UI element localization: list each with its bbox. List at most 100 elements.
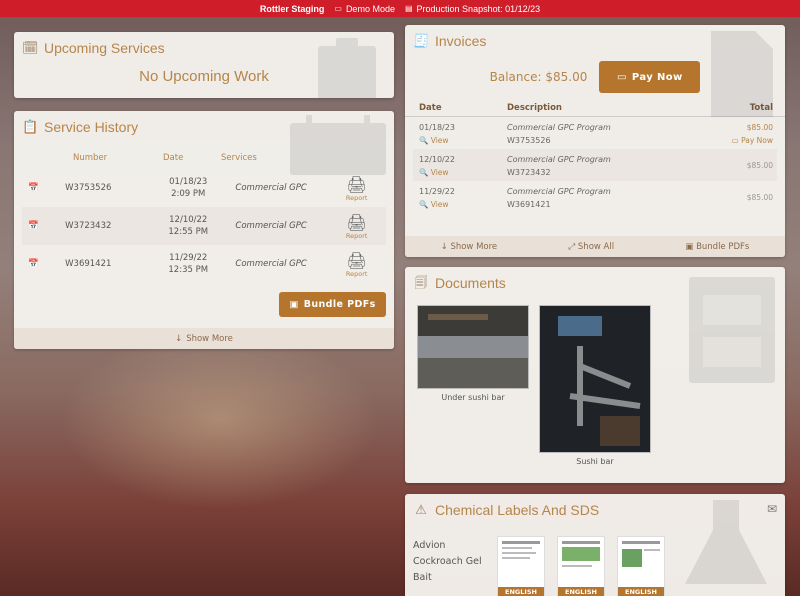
balance-row: Balance: $85.00 ▭ Pay Now xyxy=(405,61,785,93)
report-link[interactable]: 🖨 Report xyxy=(327,251,386,278)
environment-banner: Rottler Staging ▭ Demo Mode ▤ Production… xyxy=(0,0,800,17)
table-row[interactable]: 📅 W3753526 01/18/23 2:09 PM Commercial GP… xyxy=(22,169,386,207)
history-table-header: Number Date Services xyxy=(14,153,394,163)
view-label: View xyxy=(430,200,449,209)
documents-card: 🗐 Documents Under sushi bar Sushi bar xyxy=(405,267,785,483)
presentation-icon: ▭ xyxy=(334,4,342,13)
language-tag: ENGLISH xyxy=(558,587,604,596)
table-row[interactable]: 📅 W3723432 12/10/22 12:55 PM Commercial G… xyxy=(22,207,386,245)
column-services: Services xyxy=(221,153,257,163)
label-preview xyxy=(562,541,600,567)
view-label: View xyxy=(430,168,449,177)
receipt-icon: 🧾 xyxy=(413,33,430,48)
documents-icon: 🗐 xyxy=(414,275,428,290)
column-description: Description xyxy=(507,103,562,113)
service-date: 01/18/23 2:09 PM xyxy=(153,176,223,200)
archive-box-icon: ▣ xyxy=(289,299,299,310)
calendar-clock-icon: 🗓 xyxy=(22,40,39,55)
file-cabinet-watermark-icon xyxy=(689,277,775,383)
show-more-label: Show More xyxy=(450,241,498,252)
demo-mode-label: Demo Mode xyxy=(345,3,395,14)
table-row: 12/10/22 🔍 View Commercial GPC Program W37… xyxy=(413,149,777,181)
bundle-pdfs-label: Bundle PDFs xyxy=(303,299,376,310)
invoice-total: $85.00 xyxy=(746,123,773,132)
report-label: Report xyxy=(345,193,368,202)
service-history-card: 📋 Service History Number Date Services 📅… xyxy=(14,111,394,349)
document-photo xyxy=(417,305,530,390)
report-label: Report xyxy=(345,231,368,240)
document-photo xyxy=(539,305,652,454)
snapshot-indicator: ▤ Production Snapshot: 01/12/23 xyxy=(405,4,540,14)
view-link[interactable]: 🔍 View xyxy=(419,200,449,209)
invoices-footer: ↓ Show More ⤢ Show All ▣ Bundle PDFs xyxy=(405,236,785,257)
column-date: Date xyxy=(419,103,442,113)
work-order-number: W3691421 xyxy=(65,259,112,269)
date-text: 11/29/22 xyxy=(169,253,208,263)
view-link[interactable]: 🔍 View xyxy=(419,136,449,145)
upcoming-services-title: 🗓 Upcoming Services xyxy=(14,32,394,56)
chemical-labels-title-text: Chemical Labels And SDS xyxy=(435,502,600,518)
column-number: Number xyxy=(73,153,108,163)
calendar-icon: 📅 xyxy=(28,183,39,193)
label-document[interactable]: ENGLISH xyxy=(497,536,545,596)
language-tag: ENGLISH xyxy=(618,587,664,596)
language-tag: ENGLISH xyxy=(498,587,544,596)
invoices-title: 🧾 Invoices xyxy=(405,25,785,49)
report-label: Report xyxy=(345,269,368,278)
calendar-icon: 📅 xyxy=(28,221,39,231)
invoice-total: $85.00 xyxy=(746,193,773,202)
envelope-icon[interactable]: ✉ xyxy=(767,502,777,516)
background-glow xyxy=(60,330,380,510)
column-date: Date xyxy=(163,153,184,163)
credit-card-icon: ▭ xyxy=(617,71,627,83)
service-type: Commercial GPC xyxy=(235,183,307,193)
table-row[interactable]: 📅 W3691421 11/29/22 12:35 PM Commercial G… xyxy=(22,245,386,283)
upcoming-services-card: 🗓 Upcoming Services No Upcoming Work xyxy=(14,32,394,98)
service-date: 12/10/22 12:55 PM xyxy=(153,214,223,238)
printer-icon: 🖨 xyxy=(346,212,367,232)
label-preview xyxy=(622,541,660,567)
document-caption: Sushi bar xyxy=(576,457,614,466)
show-more-button[interactable]: ↓ Show More xyxy=(441,242,498,252)
chemical-labels-card: ⚠ Chemical Labels And SDS ✉ Advion Cockr… xyxy=(405,494,785,596)
time-text: 2:09 PM xyxy=(171,189,206,199)
view-link[interactable]: 🔍 View xyxy=(419,168,449,177)
invoices-title-text: Invoices xyxy=(435,33,487,49)
table-row: 11/29/22 🔍 View Commercial GPC Program W36… xyxy=(413,181,777,213)
document-thumbnail[interactable]: Sushi bar xyxy=(539,305,652,466)
hazard-icon: ⚠ xyxy=(415,502,427,517)
documents-title: 🗐 Documents xyxy=(405,267,785,291)
label-document[interactable]: ENGLISH xyxy=(557,536,605,596)
bundle-pdfs-button[interactable]: ▣ Bundle PDFs xyxy=(279,292,386,317)
report-link[interactable]: 🖨 Report xyxy=(327,175,386,202)
bundle-pdfs-button[interactable]: ▣ Bundle PDFs xyxy=(685,242,749,252)
time-text: 12:35 PM xyxy=(168,265,209,275)
show-all-label: Show All xyxy=(577,241,615,252)
service-history-title-text: Service History xyxy=(44,119,139,135)
report-link[interactable]: 🖨 Report xyxy=(327,213,386,240)
show-all-button[interactable]: ⤢ Show All xyxy=(568,242,614,252)
label-document[interactable]: ENGLISH xyxy=(617,536,665,596)
invoice-work-order: W3723432 xyxy=(507,168,551,177)
invoice-description: Commercial GPC Program xyxy=(507,155,611,164)
invoice-date: 11/29/22 xyxy=(419,187,455,196)
pay-now-link[interactable]: ▭ Pay Now xyxy=(732,136,773,145)
document-thumbnail[interactable]: Under sushi bar xyxy=(417,305,530,402)
service-type: Commercial GPC xyxy=(235,259,307,269)
pay-now-button[interactable]: ▭ Pay Now xyxy=(599,61,701,93)
invoice-description: Commercial GPC Program xyxy=(507,187,611,196)
pay-now-link-label: Pay Now xyxy=(741,136,773,145)
show-more-button[interactable]: ↓ Show More xyxy=(14,328,394,349)
document-caption: Under sushi bar xyxy=(441,393,505,402)
invoice-description: Commercial GPC Program xyxy=(507,123,611,132)
product-name: Advion Cockroach Gel Bait xyxy=(413,540,482,583)
view-label: View xyxy=(430,136,449,145)
chemical-labels-title: ⚠ Chemical Labels And SDS xyxy=(405,494,785,518)
documents-title-text: Documents xyxy=(435,275,506,291)
demo-mode-indicator: ▭ Demo Mode xyxy=(334,4,395,14)
work-order-number: W3753526 xyxy=(65,183,112,193)
bundle-pdfs-label: Bundle PDFs xyxy=(696,241,750,252)
service-type: Commercial GPC xyxy=(235,221,307,231)
pay-now-label: Pay Now xyxy=(631,71,683,83)
invoices-card: 🧾 Invoices Balance: $85.00 ▭ Pay Now Dat… xyxy=(405,25,785,257)
